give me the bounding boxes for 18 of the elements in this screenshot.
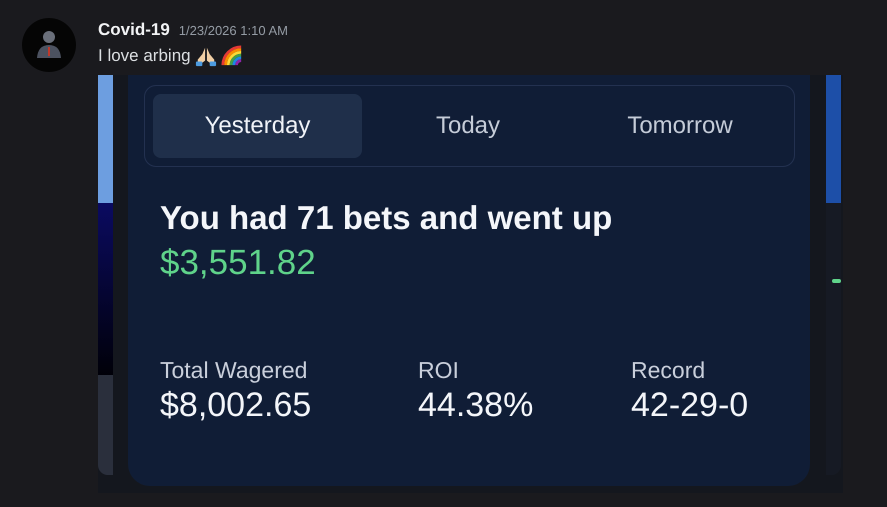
tab[interactable]: Today <box>362 94 574 158</box>
stat-label: Record <box>631 357 706 384</box>
stat-value: 42-29-0 <box>631 386 750 425</box>
timestamp: 1/23/2026 1:10 AM <box>178 23 288 38</box>
author-name[interactable]: Covid-19 <box>98 20 170 40</box>
tab[interactable]: Yesterday <box>153 94 362 158</box>
tab[interactable]: Tomorrow <box>574 94 786 158</box>
profit-amount: $3,551.82 <box>160 243 317 283</box>
line-mark <box>832 279 841 283</box>
stat-label: Total Wagered <box>160 357 308 384</box>
avatar[interactable] <box>22 18 76 72</box>
rainbow-icon <box>220 45 243 67</box>
stat-value: 44.38% <box>418 386 534 425</box>
stat-value: $8,002.65 <box>160 386 312 425</box>
headline: You had 71 bets and went up <box>160 199 614 237</box>
image-attachment[interactable]: Yesterday Today Tomorrow You had 71 bets and went up $3,551.82 Total Wagered $8,002.65 ROI 44.38% Record 42-29-0 <box>98 75 843 493</box>
message-text: I love arbing <box>98 46 191 66</box>
stat-label: ROI <box>418 357 460 384</box>
